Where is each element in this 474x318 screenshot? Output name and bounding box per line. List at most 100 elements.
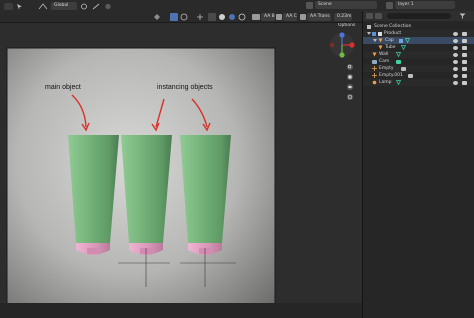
main-object-label: main object [45, 84, 81, 91]
outliner-item-product[interactable]: Product [363, 30, 474, 37]
outliner-item-label: Lamp [379, 80, 392, 85]
instancing-objects-label: instancing objects [157, 84, 213, 91]
options-dropdown[interactable]: Options [335, 23, 357, 30]
camera-frame [0, 23, 362, 318]
aa-c-dropdown[interactable]: AA C [283, 13, 297, 21]
pan-hand-icon[interactable] [347, 74, 353, 80]
object-icon [372, 52, 377, 57]
outliner-item-empty-001[interactable]: Empty.001 [363, 72, 474, 79]
visibility-eye-icon[interactable] [453, 52, 458, 57]
3d-viewport[interactable]: main object instancing objects Options [0, 23, 362, 318]
camera-icon[interactable] [252, 14, 260, 20]
outliner-item-cam[interactable]: Cam [363, 58, 474, 65]
render-camera-icon[interactable] [462, 73, 467, 78]
render-camera-icon[interactable] [462, 59, 467, 64]
scene-icon [306, 2, 313, 9]
gizmo-y-icon[interactable] [339, 52, 345, 58]
light-data-icon [395, 80, 402, 86]
gizmo-x-icon[interactable] [349, 42, 355, 48]
overlay-icon[interactable] [180, 13, 188, 21]
outliner-item-label: Cam [379, 59, 390, 64]
expand-arrow-icon[interactable] [373, 38, 377, 43]
object-icon [378, 38, 383, 43]
layer-icon [386, 2, 393, 9]
scene-selector-row: Scene layer 1 [300, 1, 474, 11]
outliner-item-label: Empty.001 [379, 73, 403, 78]
transparency-icon[interactable] [300, 14, 306, 20]
visibility-eye-icon[interactable] [453, 59, 458, 64]
outliner-item-lamp[interactable]: Lamp [363, 79, 474, 86]
mesh-data-icon [404, 38, 411, 44]
outliner-item-tube[interactable]: Tube [363, 44, 474, 51]
viewport-bottom-strip [0, 303, 362, 318]
snap-icon[interactable] [92, 3, 100, 10]
view-layer-field[interactable]: layer 1 [395, 1, 455, 9]
outliner-editor-icon[interactable] [366, 13, 373, 19]
display-mode-icon[interactable] [375, 13, 382, 19]
outliner-item-empty[interactable]: Empty [363, 65, 474, 72]
zoom-nav-icon[interactable] [347, 64, 353, 70]
visibility-eye-icon[interactable] [453, 73, 458, 78]
gizmo-z-icon[interactable] [339, 32, 345, 38]
outliner-search-icon[interactable] [387, 13, 451, 19]
outliner-item-wall[interactable]: Wall [363, 51, 474, 58]
render-icon[interactable] [276, 14, 282, 20]
aa-dropdown[interactable]: AA 8 [261, 13, 275, 21]
aa-label: AA 8 [264, 14, 275, 19]
proportional-edit-icon[interactable] [104, 3, 112, 10]
visibility-eye-icon[interactable] [453, 31, 458, 36]
scene-collection-label: Scene Collection [374, 24, 412, 29]
render-camera-icon[interactable] [462, 66, 467, 71]
transform-orientation-dropdown[interactable]: Global [51, 2, 77, 10]
empty-object-icon [372, 66, 377, 71]
xray-icon[interactable] [208, 13, 216, 21]
light-object-icon [372, 80, 377, 85]
object-icon [378, 45, 383, 50]
editor-type-icon[interactable] [4, 3, 13, 10]
scene-name-field[interactable]: Scene [315, 1, 377, 9]
outliner-item-label: Empty [379, 66, 394, 71]
view-layer-label: layer 1 [398, 2, 414, 7]
outliner-item-label: Wall [379, 52, 389, 57]
collection-icon [378, 31, 382, 36]
select-mode-icon[interactable] [170, 13, 178, 21]
visibility-eye-icon[interactable] [453, 38, 458, 43]
expand-arrow-icon[interactable] [367, 31, 371, 36]
orientation-icon[interactable] [38, 3, 48, 10]
camera-data-icon [396, 59, 401, 64]
shading-material-icon[interactable] [228, 13, 236, 21]
gizmo-neg-x-icon[interactable] [329, 42, 335, 48]
render-camera-icon[interactable] [462, 31, 467, 36]
options-label: Options [338, 23, 356, 28]
outliner-item-cap[interactable]: Cap [363, 37, 474, 44]
visibility-eye-icon[interactable] [453, 66, 458, 71]
camera-object-icon [372, 59, 377, 64]
checkbox-icon[interactable] [372, 31, 376, 36]
xray-dropdown[interactable]: AA Trans [307, 13, 331, 21]
ortho-grid-icon[interactable] [347, 94, 353, 100]
visibility-eye-icon[interactable] [453, 80, 458, 85]
mesh-data-icon [395, 52, 402, 58]
gizmo-icon[interactable] [196, 13, 204, 21]
render-camera-icon[interactable] [462, 38, 467, 43]
aa-c-label: AA C [286, 14, 297, 19]
shading-solid-icon[interactable] [218, 13, 226, 21]
outliner-item-label: Tube [385, 45, 396, 50]
zoom-label: 0.23m [337, 14, 352, 19]
outliner-item-label: Cap [385, 38, 394, 43]
visibility-eye-icon[interactable] [453, 45, 458, 50]
view-icon[interactable] [153, 13, 161, 21]
camera-view-icon[interactable] [347, 84, 353, 90]
scene-collection-row[interactable]: Scene Collection [363, 23, 474, 30]
outliner-header [363, 11, 474, 21]
zoom-field[interactable]: 0.23m [334, 13, 352, 21]
cursor-icon[interactable] [16, 3, 23, 10]
render-camera-icon[interactable] [462, 52, 467, 57]
filter-icon[interactable] [459, 13, 466, 19]
viewport-header: AA 8 AA C AA Trans 0.23m [0, 11, 362, 23]
shading-rendered-icon[interactable] [238, 13, 246, 21]
transform-orientation-label: Global [54, 3, 69, 8]
pivot-icon[interactable] [80, 3, 88, 10]
render-camera-icon[interactable] [462, 45, 467, 50]
render-camera-icon[interactable] [462, 80, 467, 85]
